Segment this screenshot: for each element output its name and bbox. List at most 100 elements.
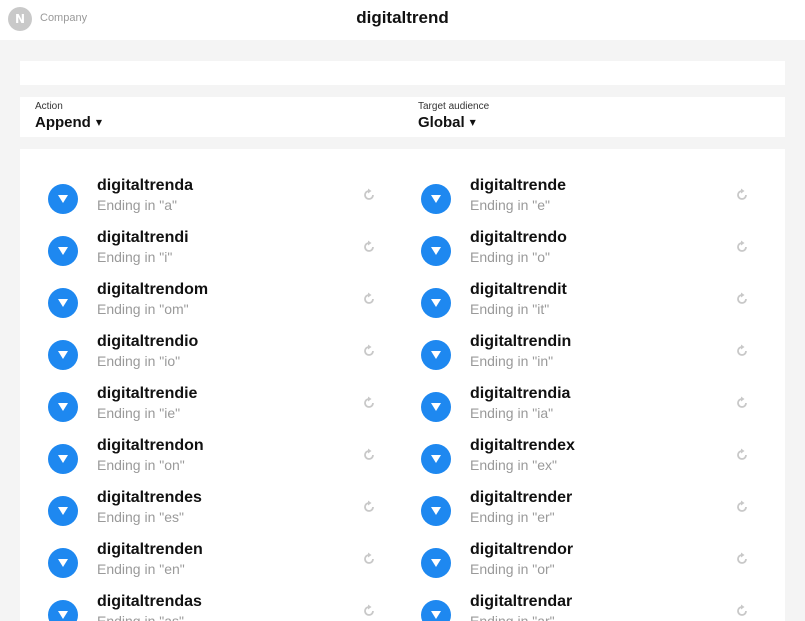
expand-button[interactable] bbox=[421, 392, 451, 422]
refresh-icon bbox=[737, 292, 747, 304]
list-item[interactable]: digitaltrendom Ending in "om" bbox=[20, 281, 380, 333]
expand-button[interactable] bbox=[48, 184, 78, 214]
list-item[interactable]: digitaltrendin Ending in "in" bbox=[393, 333, 753, 385]
action-dropdown[interactable]: Append ▼ bbox=[35, 114, 102, 131]
expand-button[interactable] bbox=[48, 288, 78, 318]
triangle-down-icon bbox=[431, 195, 441, 203]
list-item[interactable]: digitaltrendes Ending in "es" bbox=[20, 489, 380, 541]
refresh-icon bbox=[737, 344, 747, 356]
item-description: Ending in "io" bbox=[97, 353, 181, 369]
list-item[interactable]: digitaltrendie Ending in "ie" bbox=[20, 385, 380, 437]
refresh-button[interactable] bbox=[360, 290, 378, 308]
list-item[interactable]: digitaltrendas Ending in "as" bbox=[20, 593, 380, 621]
action-label: Action bbox=[35, 101, 63, 112]
refresh-button[interactable] bbox=[733, 498, 751, 516]
refresh-button[interactable] bbox=[360, 498, 378, 516]
list-item[interactable]: digitaltrendi Ending in "i" bbox=[20, 229, 380, 281]
list-item[interactable]: digitaltrende Ending in "e" bbox=[393, 177, 753, 229]
triangle-down-icon bbox=[431, 299, 441, 307]
item-name: digitaltrendin bbox=[470, 333, 572, 350]
refresh-icon bbox=[364, 552, 374, 564]
item-description: Ending in "ia" bbox=[470, 405, 554, 421]
expand-button[interactable] bbox=[48, 444, 78, 474]
refresh-button[interactable] bbox=[733, 186, 751, 204]
expand-button[interactable] bbox=[48, 548, 78, 578]
list-item[interactable]: digitaltrendex Ending in "ex" bbox=[393, 437, 753, 489]
refresh-button[interactable] bbox=[360, 342, 378, 360]
refresh-button[interactable] bbox=[733, 550, 751, 568]
refresh-button[interactable] bbox=[360, 602, 378, 620]
expand-button[interactable] bbox=[421, 600, 451, 621]
triangle-down-icon bbox=[431, 351, 441, 359]
item-name: digitaltrendit bbox=[470, 281, 567, 298]
triangle-down-icon bbox=[58, 611, 68, 619]
item-name: digitaltrendas bbox=[97, 593, 202, 610]
list-item[interactable]: digitaltrendio Ending in "io" bbox=[20, 333, 380, 385]
refresh-button[interactable] bbox=[733, 394, 751, 412]
item-name: digitaltrendex bbox=[470, 437, 575, 454]
refresh-icon bbox=[364, 396, 374, 408]
item-name: digitaltrender bbox=[470, 489, 573, 506]
expand-button[interactable] bbox=[421, 496, 451, 526]
list-item[interactable]: digitaltrenda Ending in "a" bbox=[20, 177, 380, 229]
list-item[interactable]: digitaltrendit Ending in "it" bbox=[393, 281, 753, 333]
expand-button[interactable] bbox=[421, 184, 451, 214]
refresh-icon bbox=[737, 396, 747, 408]
refresh-button[interactable] bbox=[360, 550, 378, 568]
item-description: Ending in "it" bbox=[470, 301, 550, 317]
refresh-button[interactable] bbox=[733, 238, 751, 256]
list-item[interactable]: digitaltrender Ending in "er" bbox=[393, 489, 753, 541]
triangle-down-icon bbox=[58, 195, 68, 203]
page-title: digitaltrend bbox=[356, 8, 449, 27]
item-description: Ending in "a" bbox=[97, 197, 177, 213]
search-bar[interactable] bbox=[20, 61, 785, 85]
item-name: digitaltrendom bbox=[97, 281, 209, 298]
caret-down-icon: ▼ bbox=[469, 118, 476, 127]
expand-button[interactable] bbox=[48, 340, 78, 370]
list-item[interactable]: digitaltrendon Ending in "on" bbox=[20, 437, 380, 489]
triangle-down-icon bbox=[58, 247, 68, 255]
list-item[interactable]: digitaltrendo Ending in "o" bbox=[393, 229, 753, 281]
expand-button[interactable] bbox=[421, 340, 451, 370]
refresh-icon bbox=[737, 500, 747, 512]
refresh-button[interactable] bbox=[733, 446, 751, 464]
refresh-button[interactable] bbox=[733, 290, 751, 308]
triangle-down-icon bbox=[58, 455, 68, 463]
list-item[interactable]: digitaltrendor Ending in "or" bbox=[393, 541, 753, 593]
item-description: Ending in "e" bbox=[470, 197, 550, 213]
refresh-button[interactable] bbox=[733, 602, 751, 620]
list-item[interactable]: digitaltrendar Ending in "ar" bbox=[393, 593, 753, 621]
triangle-down-icon bbox=[58, 299, 68, 307]
expand-button[interactable] bbox=[421, 548, 451, 578]
refresh-button[interactable] bbox=[360, 186, 378, 204]
list-item[interactable]: digitaltrenden Ending in "en" bbox=[20, 541, 380, 593]
expand-button[interactable] bbox=[48, 600, 78, 621]
refresh-icon bbox=[364, 500, 374, 512]
refresh-icon bbox=[737, 188, 747, 200]
item-description: Ending in "om" bbox=[97, 301, 189, 317]
expand-button[interactable] bbox=[421, 236, 451, 266]
expand-button[interactable] bbox=[48, 236, 78, 266]
refresh-icon bbox=[364, 188, 374, 200]
refresh-button[interactable] bbox=[360, 238, 378, 256]
refresh-icon bbox=[364, 292, 374, 304]
audience-dropdown[interactable]: Global ▼ bbox=[418, 114, 476, 131]
item-description: Ending in "ie" bbox=[97, 405, 181, 421]
filter-bar: Action Append ▼ Target audience Global ▼ bbox=[20, 97, 785, 137]
item-description: Ending in "on" bbox=[97, 457, 185, 473]
list-item[interactable]: digitaltrendia Ending in "ia" bbox=[393, 385, 753, 437]
audience-value: Global bbox=[418, 114, 465, 131]
item-description: Ending in "en" bbox=[97, 561, 185, 577]
triangle-down-icon bbox=[431, 611, 441, 619]
refresh-button[interactable] bbox=[360, 394, 378, 412]
action-value: Append bbox=[35, 114, 91, 131]
item-description: Ending in "er" bbox=[470, 509, 555, 525]
refresh-button[interactable] bbox=[733, 342, 751, 360]
expand-button[interactable] bbox=[48, 392, 78, 422]
triangle-down-icon bbox=[58, 403, 68, 411]
expand-button[interactable] bbox=[421, 288, 451, 318]
item-description: Ending in "or" bbox=[470, 561, 555, 577]
expand-button[interactable] bbox=[48, 496, 78, 526]
expand-button[interactable] bbox=[421, 444, 451, 474]
refresh-button[interactable] bbox=[360, 446, 378, 464]
